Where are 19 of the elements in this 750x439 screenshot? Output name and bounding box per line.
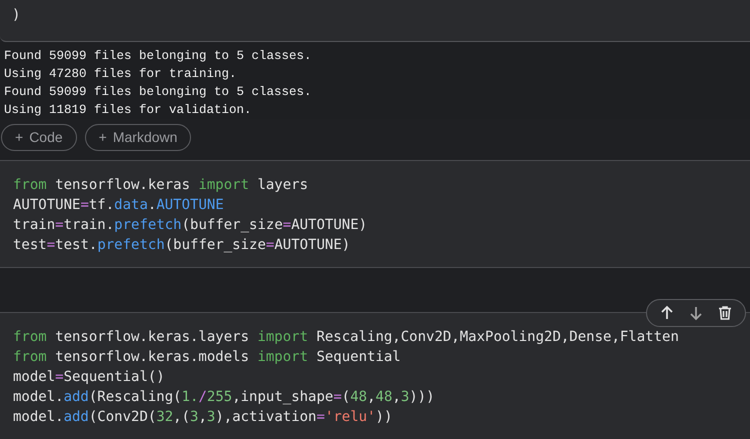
code-line: test=test.prefetch(buffer_size=AUTOTUNE) (13, 236, 350, 256)
code-line: from tensorflow.keras.models import Sequential (13, 348, 401, 367)
output-line: Found 59099 files belonging to 5 classes. (4, 48, 312, 66)
code-line: model=Sequential() (13, 368, 165, 387)
code-line: from tensorflow.keras import layers (13, 176, 308, 196)
add-cell-button[interactable]: + Code (1, 124, 77, 152)
code-line: AUTOTUNE=tf.data.AUTOTUNE (13, 196, 224, 216)
code-line: from tensorflow.keras.layers import Rescaling,Conv2D,MaxPooling2D,Dense,Flatten (13, 328, 679, 347)
code-line: ) (12, 6, 20, 25)
output-line: Using 47280 files for training. (4, 66, 237, 84)
output-line: Using 11819 files for validation. (4, 102, 252, 120)
code-line: model.add(Conv2D(32,(3,3),activation='relu')) (13, 408, 392, 427)
trash-icon[interactable] (716, 304, 733, 321)
code-line: model.add(Rescaling(1./255,input_shape=(48,48,3))) (13, 388, 435, 407)
arrow-up-icon[interactable] (659, 304, 676, 321)
output-line: Found 59099 files belonging to 5 classes. (4, 84, 312, 102)
arrow-down-icon[interactable] (688, 304, 704, 321)
code-line: train=train.prefetch(buffer_size=AUTOTUNE) (13, 216, 368, 236)
add-cell-button[interactable]: + Markdown (84, 124, 192, 152)
